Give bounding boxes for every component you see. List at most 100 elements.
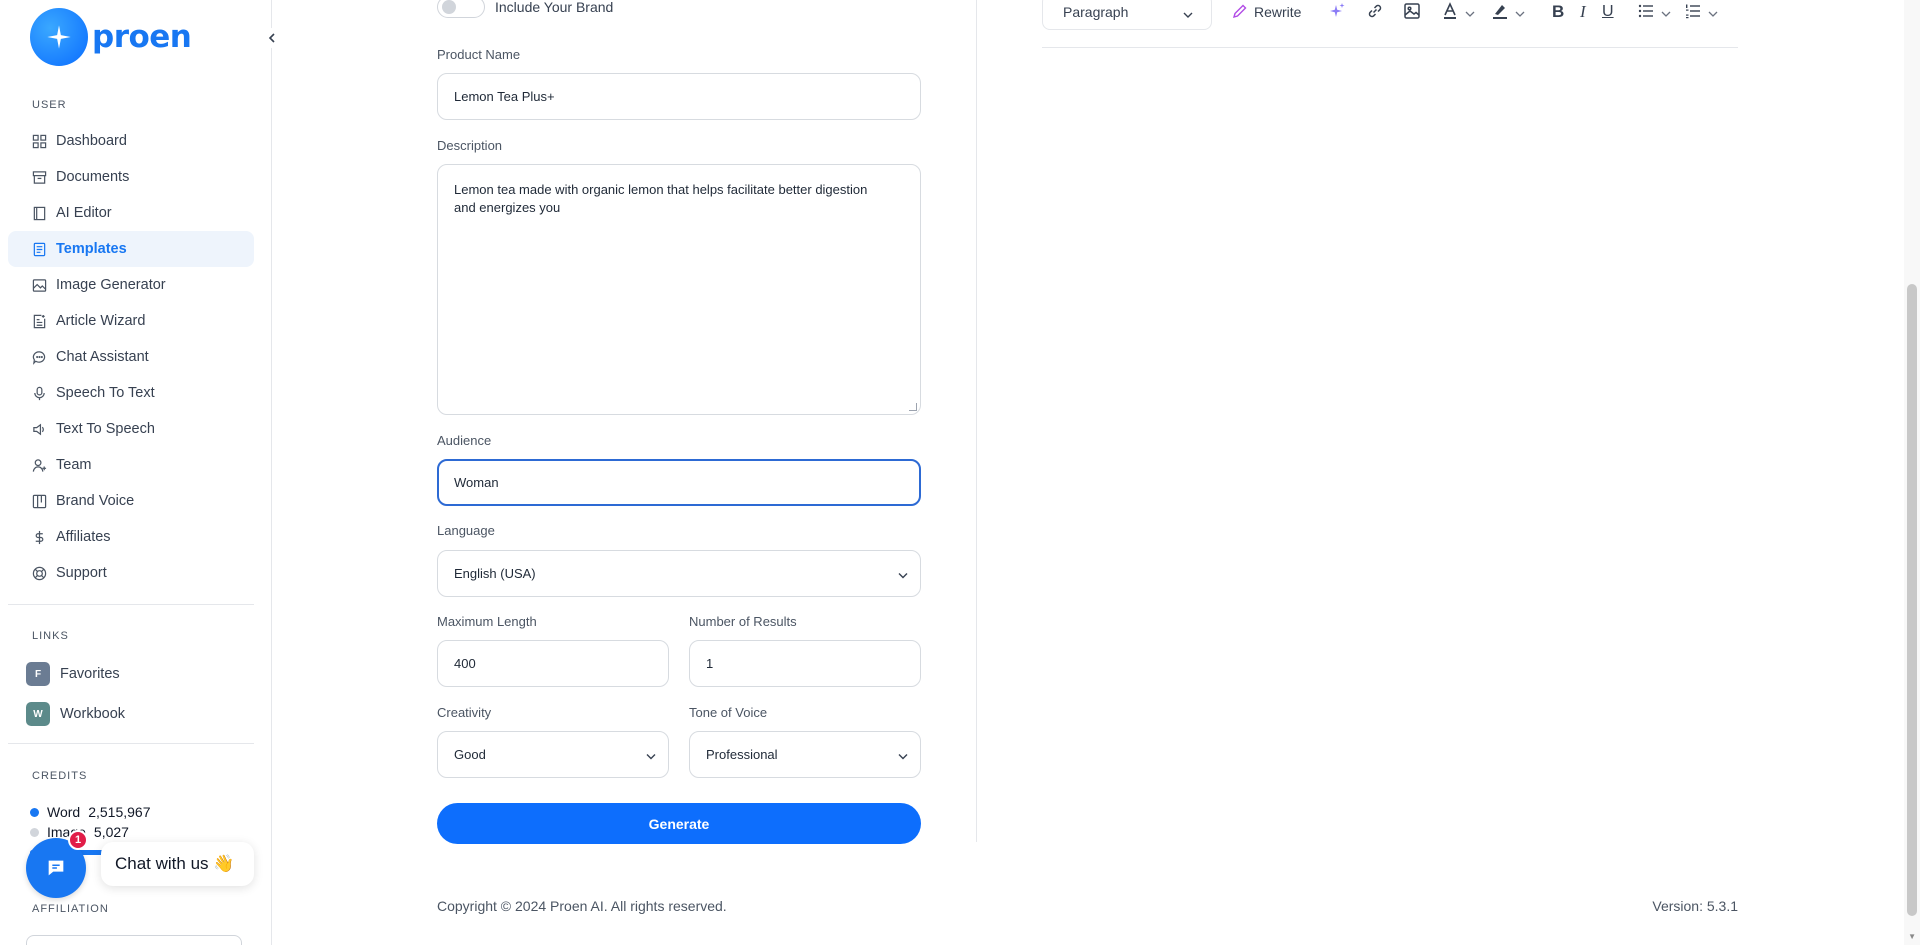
chevron-down-icon (898, 566, 908, 581)
rewrite-button[interactable]: Rewrite (1232, 2, 1301, 22)
credit-word: Word 2,515,967 (30, 804, 151, 820)
panel-divider (976, 0, 977, 842)
sidebar-item-label: Dashboard (56, 133, 127, 149)
sidebar-item-label: Support (56, 565, 107, 581)
numbered-list-icon (1684, 2, 1702, 23)
italic-button[interactable]: I (1580, 2, 1586, 22)
chevron-left-icon (268, 33, 275, 43)
sidebar-item-support[interactable]: Support (8, 555, 254, 591)
bold-button[interactable]: B (1552, 2, 1564, 22)
credit-dot (30, 807, 39, 817)
affiliation-box[interactable] (26, 935, 242, 945)
ai-sparkle-button[interactable] (1328, 2, 1346, 22)
sidebar-item-label: Text To Speech (56, 421, 155, 437)
underline-button[interactable]: U (1602, 2, 1614, 22)
chat-with-us-bubble[interactable]: Chat with us 👋 (101, 842, 254, 886)
sidebar-item-article-wizard[interactable]: Article Wizard (8, 303, 254, 339)
italic-icon: I (1580, 2, 1586, 21)
editor-toolbar: Paragraph Rewrite B I U (1042, 0, 1738, 48)
archive-icon (31, 169, 47, 185)
sidebar-item-label: Brand Voice (56, 493, 135, 509)
bullet-list-button[interactable] (1637, 2, 1671, 22)
chat-notification-badge: 1 (68, 830, 88, 850)
affiliation-section-label: AFFILIATION (32, 903, 109, 915)
language-value: English (USA) (454, 566, 536, 581)
collapse-sidebar-button[interactable] (262, 28, 282, 48)
sidebar: proen USER Dashboard Documents AI Editor… (0, 0, 282, 945)
sidebar-item-label: Article Wizard (56, 313, 146, 329)
book-icon (31, 205, 47, 221)
sidebar-item-label: Speech To Text (56, 385, 155, 401)
language-label: Language (437, 523, 495, 538)
sidebar-item-label: Image Generator (56, 277, 166, 293)
bold-icon: B (1552, 2, 1565, 21)
article-icon (31, 313, 47, 329)
language-select[interactable]: English (USA) (437, 550, 921, 597)
layout-icon (31, 493, 47, 509)
number-of-results-input[interactable]: 1 (689, 640, 921, 687)
tone-value: Professional (706, 747, 778, 762)
sidebar-item-chat-assistant[interactable]: Chat Assistant (8, 339, 254, 375)
product-name-input[interactable]: Lemon Tea Plus+ (437, 73, 921, 120)
creativity-select[interactable]: Good (437, 731, 669, 778)
sidebar-item-brand-voice[interactable]: Brand Voice (8, 483, 254, 519)
paragraph-style-select[interactable]: Paragraph (1042, 0, 1212, 30)
sidebar-item-templates[interactable]: Templates (8, 231, 254, 267)
sidebar-item-affiliates[interactable]: Affiliates (8, 519, 254, 555)
scrollbar-thumb[interactable] (1907, 284, 1917, 916)
sidebar-item-ai-editor[interactable]: AI Editor (8, 195, 254, 231)
link-workbook[interactable]: W Workbook (26, 702, 125, 726)
sidebar-item-label: Team (56, 457, 92, 473)
sidebar-item-speech-to-text[interactable]: Speech To Text (8, 375, 254, 411)
sidebar-divider (8, 743, 254, 744)
grid-icon (31, 133, 47, 149)
chevron-down-icon (1183, 5, 1193, 21)
sidebar-item-documents[interactable]: Documents (8, 159, 254, 195)
link-button[interactable] (1366, 2, 1384, 22)
pencil-icon (1232, 3, 1248, 22)
sidebar-item-image-generator[interactable]: Image Generator (8, 267, 254, 303)
sidebar-item-dashboard[interactable]: Dashboard (8, 123, 254, 159)
rewrite-label: Rewrite (1254, 4, 1302, 20)
font-color-button[interactable] (1441, 1, 1475, 22)
highlight-color-button[interactable] (1491, 2, 1525, 22)
link-favorites[interactable]: F Favorites (26, 662, 120, 686)
sidebar-item-text-to-speech[interactable]: Text To Speech (8, 411, 254, 447)
page-scrollbar[interactable]: ▼ (1904, 0, 1920, 945)
numbered-list-button[interactable] (1684, 2, 1718, 22)
microphone-icon (31, 385, 47, 401)
creativity-label: Creativity (437, 705, 492, 720)
dollar-icon (31, 529, 47, 545)
credit-value: 5,027 (93, 824, 129, 840)
include-brand-toggle[interactable] (437, 0, 485, 18)
audience-input[interactable]: Woman (437, 459, 921, 506)
underline-icon: U (1602, 3, 1614, 20)
sparkle-icon (1328, 2, 1346, 23)
copyright-text: Copyright © 2024 Proen AI. All rights re… (437, 898, 727, 914)
tone-of-voice-label: Tone of Voice (689, 705, 768, 720)
max-length-label: Maximum Length (437, 614, 537, 629)
brand-logo[interactable]: proen (30, 8, 192, 66)
chat-icon (48, 860, 64, 876)
sidebar-item-label: Templates (56, 241, 127, 257)
sidebar-item-team[interactable]: Team (8, 447, 254, 483)
user-plus-icon (31, 457, 47, 473)
scroll-down-arrow-icon[interactable]: ▼ (1908, 932, 1916, 941)
chevron-down-icon (1465, 4, 1475, 20)
product-name-label: Product Name (437, 47, 521, 62)
generate-button[interactable]: Generate (437, 803, 921, 844)
creativity-value: Good (454, 747, 486, 762)
bullet-list-icon (1637, 2, 1655, 23)
image-insert-button[interactable] (1403, 2, 1421, 22)
resize-handle[interactable] (909, 403, 917, 411)
version-text: Version: 5.3.1 (1652, 898, 1738, 914)
file-text-icon (31, 241, 47, 257)
links-section-label: LINKS (32, 630, 69, 642)
description-textarea[interactable]: Lemon tea made with organic lemon that h… (437, 164, 921, 415)
description-label: Description (437, 138, 503, 153)
brand-name: proen (92, 19, 192, 55)
image-icon (1403, 2, 1421, 23)
max-length-input[interactable]: 400 (437, 640, 669, 687)
sparkle-logo-icon (30, 8, 88, 66)
tone-of-voice-select[interactable]: Professional (689, 731, 921, 778)
